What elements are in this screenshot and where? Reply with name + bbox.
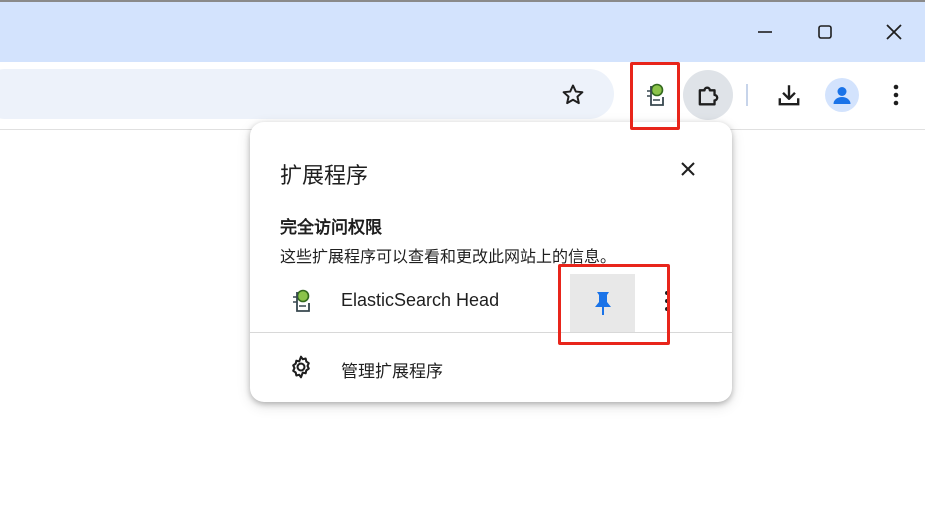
address-bar[interactable] [0, 69, 614, 119]
kebab-menu-icon [893, 84, 899, 106]
popup-divider [250, 332, 732, 333]
extensions-button[interactable] [683, 70, 733, 120]
pin-extension-button[interactable] [570, 274, 635, 332]
close-window-button[interactable] [871, 14, 917, 50]
browser-toolbar [0, 62, 925, 130]
puzzle-icon [698, 86, 719, 106]
gear-icon [292, 355, 310, 379]
section-heading: 完全访问权限 [280, 218, 382, 237]
extension-row[interactable]: ElasticSearch Head [250, 272, 732, 332]
close-icon [681, 162, 695, 176]
maximize-icon [818, 25, 832, 39]
extension-name: ElasticSearch Head [341, 290, 500, 310]
section-description: 这些扩展程序可以查看和更改此网站上的信息。 [280, 249, 617, 266]
toolbar-separator [746, 84, 748, 106]
close-icon [886, 24, 902, 40]
maximize-button[interactable] [802, 14, 848, 50]
pin-icon [594, 292, 611, 315]
profile-button[interactable] [825, 78, 859, 112]
kebab-menu-icon [665, 291, 669, 311]
avatar-icon [833, 87, 851, 104]
manage-icon-wrap [288, 354, 314, 385]
minimize-icon [758, 31, 772, 33]
popup-close-button[interactable] [673, 154, 703, 184]
manage-extensions-button[interactable]: 管理扩展程序 [250, 344, 732, 390]
star-icon [562, 84, 584, 105]
minimize-button[interactable] [742, 14, 788, 50]
extension-icon [290, 288, 312, 319]
manage-extensions-label: 管理扩展程序 [341, 362, 443, 381]
bookmark-button[interactable] [558, 80, 588, 110]
popup-title: 扩展程序 [280, 163, 369, 188]
elasticsearch-head-icon [647, 83, 664, 106]
extension-more-button[interactable] [664, 290, 670, 312]
title-bar [0, 0, 925, 62]
download-icon [778, 85, 800, 106]
pinned-extension-elasticsearch-head[interactable] [637, 76, 673, 114]
extensions-popup: 扩展程序 完全访问权限 这些扩展程序可以查看和更改此网站上的信息。 Elasti… [250, 122, 732, 402]
elasticsearch-head-icon [293, 289, 310, 312]
downloads-button[interactable] [771, 77, 807, 113]
browser-menu-button[interactable] [882, 77, 910, 113]
